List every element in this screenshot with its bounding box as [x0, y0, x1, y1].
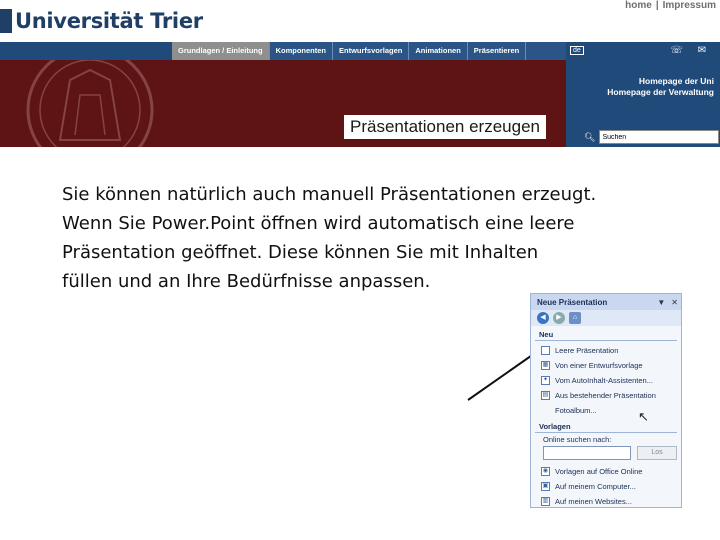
go-button[interactable]: Los — [637, 446, 677, 460]
section-templates: Vorlagen — [535, 418, 677, 433]
photo-album-item[interactable]: Fotoalbum... — [541, 403, 681, 418]
existing-presentation-item[interactable]: ▤ Aus bestehender Präsentation — [541, 388, 681, 403]
computer-icon: ▣ — [541, 482, 550, 491]
globe-icon: ◉ — [541, 467, 550, 476]
item-label: Auf meinen Websites... — [555, 497, 632, 506]
section-new: Neu — [535, 326, 677, 341]
office-online-templates-item[interactable]: ◉ Vorlagen auf Office Online — [541, 464, 681, 479]
online-search-label: Online suchen nach: — [543, 435, 612, 444]
templates-list: ◉ Vorlagen auf Office Online ▣ Auf meinem … — [531, 460, 681, 507]
item-label: Auf meinem Computer... — [555, 482, 636, 491]
my-computer-item[interactable]: ▣ Auf meinem Computer... — [541, 479, 681, 494]
wizard-icon: ✦ — [541, 376, 550, 385]
blank-page-icon — [541, 346, 550, 355]
item-label: Leere Präsentation — [555, 346, 619, 355]
online-search-row: Los — [531, 446, 681, 460]
forward-icon[interactable]: ▶ — [553, 312, 565, 324]
blank-presentation-item[interactable]: Leere Präsentation — [541, 343, 681, 358]
task-pane-toolbar: ◀ ▶ ⌂ — [531, 310, 681, 326]
template-icon: ▦ — [541, 361, 550, 370]
item-label: Vorlagen auf Office Online — [555, 467, 643, 476]
existing-file-icon: ▤ — [541, 391, 550, 400]
autocontent-wizard-item[interactable]: ✦ Vom AutoInhalt-Assistenten... — [541, 373, 681, 388]
mouse-cursor-icon: ↖ — [638, 409, 649, 424]
item-label: Aus bestehender Präsentation — [555, 391, 656, 400]
design-template-item[interactable]: ▦ Von einer Entwurfsvorlage — [541, 358, 681, 373]
task-pane-header: Neue Präsentation ▼ ✕ — [531, 294, 681, 310]
item-label: Fotoalbum... — [555, 406, 597, 415]
online-search-input[interactable] — [543, 446, 631, 460]
item-label: Von einer Entwurfsvorlage — [555, 361, 643, 370]
close-icon[interactable]: ✕ — [671, 298, 678, 307]
new-list: Leere Präsentation ▦ Von einer Entwurfsvo… — [531, 341, 681, 418]
websites-icon: ▥ — [541, 497, 550, 506]
dropdown-icon[interactable]: ▼ — [657, 298, 665, 307]
home-icon[interactable]: ⌂ — [569, 312, 581, 324]
back-icon[interactable]: ◀ — [537, 312, 549, 324]
item-label: Vom AutoInhalt-Assistenten... — [555, 376, 653, 385]
task-pane-title: Neue Präsentation — [537, 297, 608, 307]
task-pane: Neue Präsentation ▼ ✕ ◀ ▶ ⌂ Neu Leere Pr… — [530, 293, 682, 508]
my-websites-item[interactable]: ▥ Auf meinen Websites... — [541, 494, 681, 507]
